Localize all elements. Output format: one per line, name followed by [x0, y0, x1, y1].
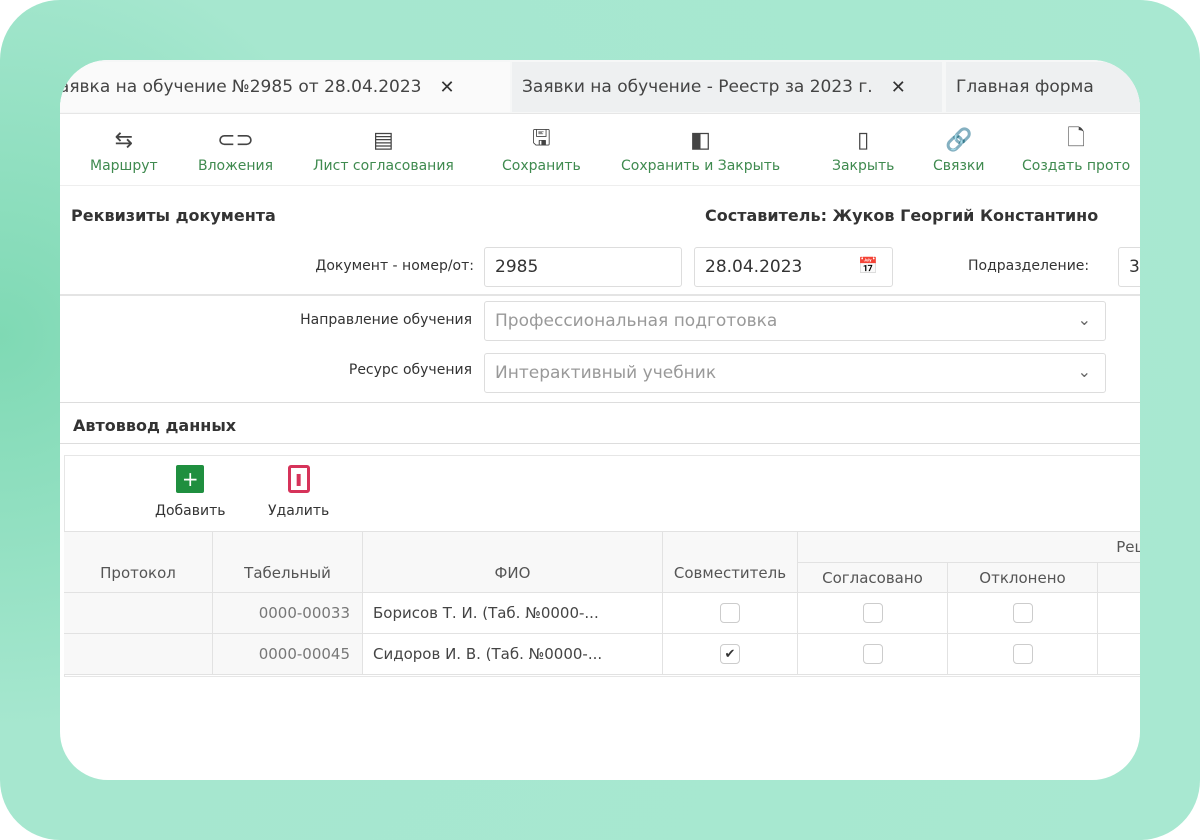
close-icon[interactable]: ✕ [439, 77, 454, 98]
cell-rejected [948, 634, 1098, 675]
button-label: Вложения [198, 158, 274, 174]
plus-icon: + [176, 465, 205, 493]
checkbox[interactable] [1012, 603, 1033, 623]
doc-date-input[interactable]: 28.04.2023 📅 [694, 247, 893, 287]
tab-label: Заявка на обучение №2985 от 28.04.2023 [60, 77, 422, 97]
direction-value: Профессиональная подготовка [495, 311, 778, 331]
tab-registry[interactable]: Заявки на обучение - Реестр за 2023 г. ✕ [512, 62, 942, 112]
cell-part-time: ✔ [663, 634, 798, 675]
document-icon: 🗋 [1067, 126, 1085, 151]
header-approved[interactable]: Согласовано [798, 563, 948, 593]
cell-fio[interactable]: Борисов Т. И. (Таб. №0000-... [363, 593, 663, 634]
checkbox[interactable]: ✔ [720, 644, 740, 664]
paperclip-icon: ⊂⊃ [217, 127, 254, 153]
route-button[interactable]: ⇆ Маршрут [90, 122, 158, 175]
cell-extra [1098, 593, 1140, 634]
checkbox[interactable] [862, 644, 883, 664]
resource-label: Ресурс обучения [348, 362, 472, 378]
button-label: Добавить [155, 503, 226, 519]
cell-part-time [663, 593, 798, 634]
department-input[interactable]: 33 [1118, 247, 1140, 287]
links-button[interactable]: 🔗 Связки [933, 122, 985, 175]
tab-main-form[interactable]: Главная форма [946, 62, 1140, 112]
button-label: Создать прото [1022, 158, 1131, 174]
department-label: Подразделение: [968, 258, 1090, 274]
cell-protocol [64, 593, 213, 634]
attachments-button[interactable]: ⊂⊃ Вложения [198, 122, 274, 175]
resource-value: Интерактивный учебник [495, 363, 717, 383]
calendar-icon[interactable]: 📅 [858, 256, 878, 275]
button-label: Лист согласования [313, 158, 454, 174]
button-label: Маршрут [90, 158, 158, 174]
close-button[interactable]: ▯ Закрыть [832, 122, 895, 175]
save-close-icon: ◧ [690, 127, 711, 153]
chevron-down-icon: ⌄ [1077, 310, 1091, 329]
header-part-time[interactable]: Совместитель [663, 532, 798, 593]
button-label: Сохранить [502, 158, 581, 174]
button-label: Сохранить и Закрыть [621, 158, 781, 174]
divider [60, 402, 1140, 403]
cell-approved [798, 593, 948, 634]
button-label: Удалить [268, 503, 330, 519]
direction-select[interactable]: Профессиональная подготовка ⌄ [484, 301, 1106, 341]
divider [60, 443, 1140, 444]
doc-number-label: Документ - номер/от: [315, 258, 474, 274]
header-fio[interactable]: ФИО [363, 532, 663, 593]
close-door-icon: ▯ [857, 127, 870, 153]
doc-number-input[interactable]: 2985 [484, 247, 682, 287]
cell-fio[interactable]: Сидоров И. В. (Таб. №0000-... [363, 634, 663, 675]
close-icon[interactable]: ✕ [891, 77, 906, 98]
header-group-decision: Решени [798, 532, 1140, 563]
autofill-title: Автоввод данных [73, 416, 237, 435]
cell-tab-number: 0000-00045 [213, 634, 363, 675]
divider [60, 185, 1140, 186]
save-icon: 🖫 [532, 126, 551, 151]
direction-label: Направление обучения [300, 312, 472, 328]
tab-label: Главная форма [956, 77, 1094, 97]
header-extra[interactable] [1098, 563, 1140, 593]
button-label: Закрыть [832, 158, 895, 174]
cell-rejected [948, 593, 1098, 634]
tab-request[interactable]: Заявка на обучение №2985 от 28.04.2023 ✕ [60, 62, 510, 112]
header-rejected[interactable]: Отклонено [948, 563, 1098, 593]
app-window: Заявка на обучение №2985 от 28.04.2023 ✕ … [60, 60, 1140, 780]
cell-extra [1098, 634, 1140, 675]
section-title: Реквизиты документа [71, 206, 276, 225]
header-protocol[interactable]: Протокол [64, 532, 213, 593]
save-close-button[interactable]: ◧ Сохранить и Закрыть [621, 122, 781, 175]
trash-icon: ❚ [287, 465, 310, 493]
resource-select[interactable]: Интерактивный учебник ⌄ [484, 353, 1106, 393]
create-protocol-button[interactable]: 🗋 Создать прото [1022, 122, 1130, 174]
route-icon: ⇆ [114, 127, 134, 153]
doc-date-value: 28.04.2023 [705, 257, 803, 277]
delete-button[interactable]: ❚ Удалить [268, 465, 329, 519]
approval-sheet-button[interactable]: ▤ Лист согласования [313, 122, 454, 175]
tab-label: Заявки на обучение - Реестр за 2023 г. [522, 77, 873, 97]
divider [60, 294, 1140, 296]
author-label: Составитель: Жуков Георгий Константино [705, 206, 1099, 225]
cell-protocol [64, 634, 213, 675]
chevron-down-icon: ⌄ [1077, 362, 1091, 381]
checkbox[interactable] [720, 603, 740, 623]
checkbox[interactable] [1012, 644, 1033, 664]
save-button[interactable]: 🖫 Сохранить [502, 122, 581, 174]
cell-approved [798, 634, 948, 675]
link-icon: 🔗 [945, 127, 973, 153]
add-button[interactable]: + Добавить [155, 465, 225, 519]
cell-tab-number: 0000-00033 [213, 593, 363, 634]
checkbox[interactable] [862, 603, 883, 623]
approval-sheet-icon: ▤ [373, 127, 394, 153]
header-tab-number[interactable]: Табельный [213, 532, 363, 593]
button-label: Связки [933, 158, 985, 174]
